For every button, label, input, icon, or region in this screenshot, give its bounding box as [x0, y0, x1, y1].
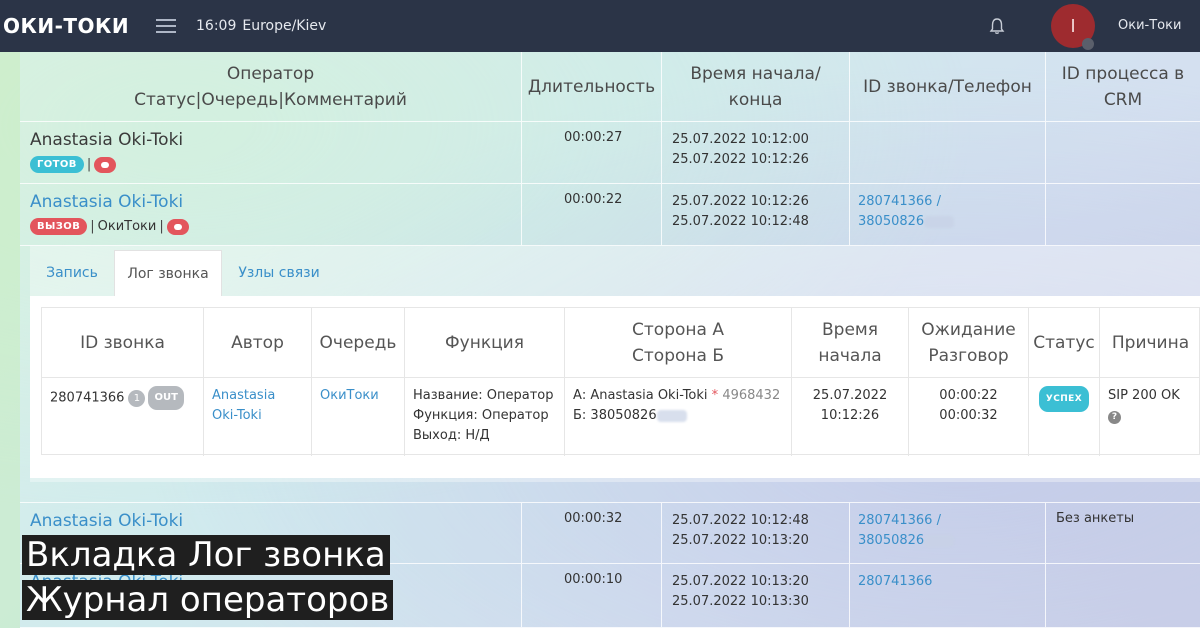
operator-name-link[interactable]: Anastasia Oki-Toki: [30, 192, 183, 212]
log-header-function: Функция: [405, 308, 565, 377]
log-call-id: 280741366: [50, 390, 125, 406]
log-wait-talk: 00:00:22 00:00:32: [939, 388, 998, 423]
log-sides: А: Anastasia Oki-Toki * 4968432 Б: 38050…: [573, 388, 781, 423]
clock-timezone: Europe/Kiev: [242, 18, 327, 34]
left-edge: [0, 52, 20, 628]
log-reason: SIP 200 OK ?: [1108, 388, 1180, 424]
duration: 00:00:22: [564, 192, 623, 207]
operator-name: Anastasia Oki-Toki: [30, 130, 184, 150]
status-line: ВЫЗОВ | ОкиТоки |: [30, 218, 189, 235]
comment-icon[interactable]: [166, 218, 189, 235]
caption-call-log-tab: Вкладка Лог звонка: [22, 535, 390, 575]
call-log-header: ID звонка Автор Очередь Функция Сторона …: [42, 308, 1200, 378]
log-header-author: Автор: [204, 308, 312, 377]
direction-badge: OUT: [148, 386, 184, 410]
log-header-sides: Сторона А Сторона Б: [565, 308, 792, 377]
details-tabs: Запись Лог звонка Узлы связи: [30, 250, 1200, 296]
count-badge: 1: [128, 389, 146, 407]
log-header-status: Статус: [1029, 308, 1100, 377]
required-star: *: [711, 388, 719, 403]
table-row[interactable]: Anastasia Oki-Toki ВЫЗОВ | ОкиТоки | 00:…: [20, 184, 1200, 246]
header-call-id[interactable]: ID звонка/Телефон: [850, 52, 1046, 121]
log-header-wait: Ожидание Разговор: [909, 308, 1029, 377]
call-times: 25.07.2022 10:12:48 25.07.2022 10:13:20: [672, 513, 809, 548]
duration: 00:00:10: [564, 572, 623, 587]
header-operator[interactable]: Оператор Статус|Очередь|Комментарий: [20, 52, 522, 121]
call-id-link[interactable]: 280741366 / 38050826: [858, 192, 955, 232]
success-badge: УСПЕХ: [1038, 386, 1090, 412]
presence-dot: [1082, 38, 1094, 50]
table-row[interactable]: Anastasia Oki-Toki ГОТОВ | 00:00:27 25.0…: [20, 122, 1200, 184]
header-crm[interactable]: ID процесса в CRM: [1046, 52, 1200, 121]
menu-icon[interactable]: [156, 19, 176, 33]
tab-recording[interactable]: Запись: [30, 250, 114, 296]
operator-name-link[interactable]: Anastasia Oki-Toki: [30, 511, 183, 531]
redacted-digits: [924, 534, 955, 547]
tab-call-log[interactable]: Лог звонка: [114, 250, 222, 296]
header-time[interactable]: Время начала/конца: [662, 52, 850, 121]
log-function: Название: Оператор Функция: Оператор Вых…: [413, 388, 554, 443]
log-header-reason: Причина: [1111, 332, 1190, 353]
duration: 00:00:32: [564, 511, 623, 526]
log-header-queue: Очередь: [312, 308, 405, 377]
user-name[interactable]: Оки-Токи: [1118, 18, 1181, 33]
header-duration[interactable]: Длительность: [522, 52, 662, 121]
status-line: ГОТОВ |: [30, 156, 117, 173]
call-details-panel: Запись Лог звонка Узлы связи ID звонка А…: [30, 246, 1200, 482]
call-log-row: 280741366 1 OUT Anastasia Oki-Toki ОкиТоки: [42, 378, 1200, 456]
help-icon[interactable]: ?: [1108, 411, 1121, 424]
redacted-digits: [656, 409, 687, 422]
log-header-call-id: ID звонка: [42, 308, 204, 377]
call-times: 25.07.2022 10:12:26 25.07.2022 10:12:48: [672, 194, 809, 229]
log-author-link[interactable]: Anastasia Oki-Toki: [212, 386, 275, 426]
clock-time: 16:09: [196, 18, 237, 34]
clock: 16:09 Europe/Kiev: [196, 18, 326, 34]
call-log-box: ID звонка Автор Очередь Функция Сторона …: [30, 296, 1200, 478]
crm-status: Без анкеты: [1056, 511, 1135, 526]
call-times: 25.07.2022 10:13:20 25.07.2022 10:13:30: [672, 574, 809, 609]
call-times: 25.07.2022 10:12:00 25.07.2022 10:12:26: [672, 132, 809, 167]
bell-icon[interactable]: [988, 17, 1006, 35]
tab-nodes[interactable]: Узлы связи: [224, 250, 334, 296]
top-bar: ОКИ-ТОКИ 16:09 Europe/Kiev I Оки-Токи: [0, 0, 1200, 52]
log-start-time: 25.07.2022 10:12:26: [812, 388, 888, 423]
queue-name: ОкиТоки: [97, 219, 157, 234]
status-badge: ГОТОВ: [30, 156, 84, 173]
app-logo[interactable]: ОКИ-ТОКИ: [3, 14, 153, 38]
status-badge: ВЫЗОВ: [30, 218, 88, 235]
log-queue-link[interactable]: ОкиТоки: [320, 386, 379, 406]
comment-icon[interactable]: [94, 156, 117, 173]
caption-operator-journal: Журнал операторов: [22, 580, 394, 620]
duration: 00:00:27: [564, 130, 623, 145]
call-id-link[interactable]: 280741366 / 38050826: [858, 511, 955, 551]
call-log-table: ID звонка Автор Очередь Функция Сторона …: [41, 307, 1200, 456]
log-header-start: Время начала: [792, 308, 909, 377]
call-id-link[interactable]: 280741366: [858, 572, 932, 592]
redacted-digits: [924, 215, 955, 228]
table-header: Оператор Статус|Очередь|Комментарий Длите…: [20, 52, 1200, 122]
